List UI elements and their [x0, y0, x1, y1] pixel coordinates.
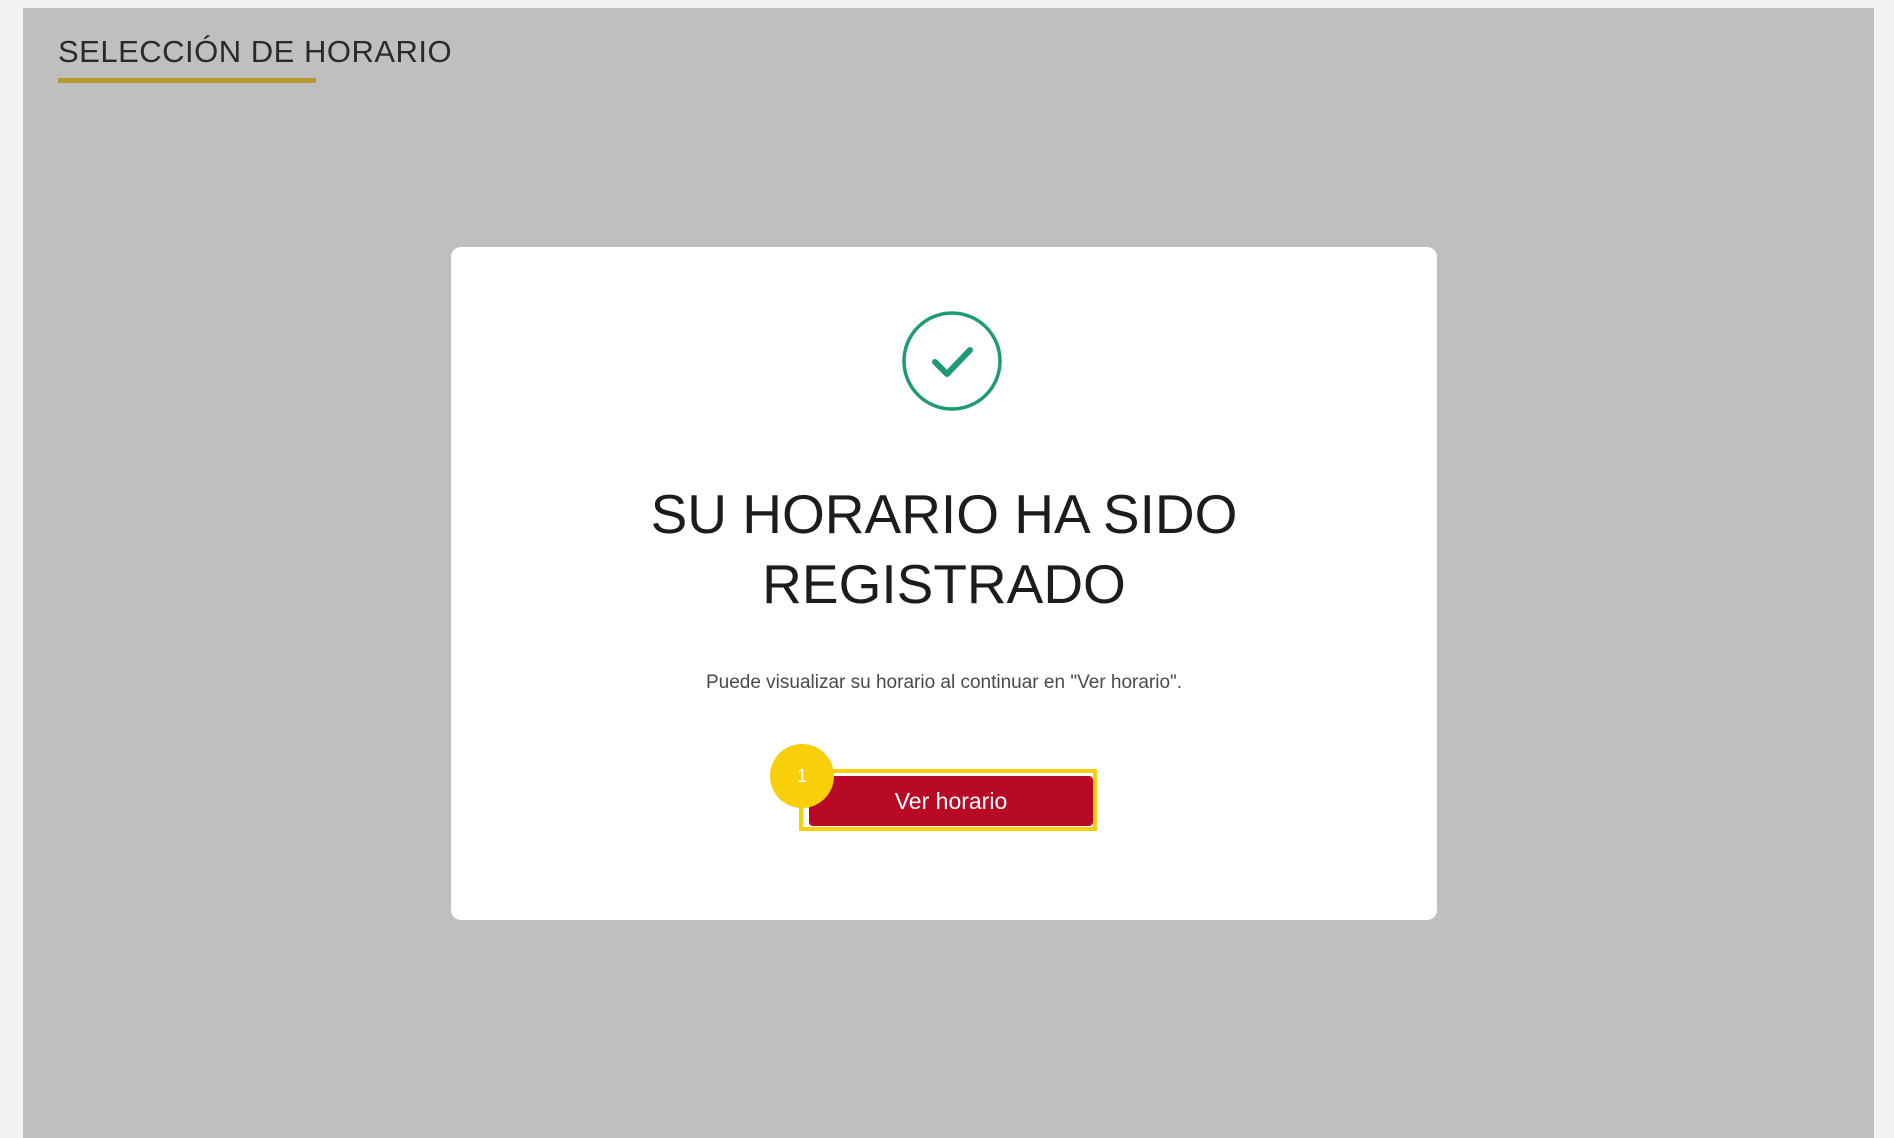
check-circle-icon: [902, 311, 1002, 411]
ver-horario-button[interactable]: Ver horario: [809, 776, 1093, 826]
modal-heading-line1: SU HORARIO HA SIDO: [650, 483, 1238, 545]
title-underline: [58, 78, 316, 83]
app-screen: SELECCIÓN DE HORARIO SU HORARIO HA SIDO …: [23, 8, 1874, 1138]
page-title: SELECCIÓN DE HORARIO: [58, 34, 453, 69]
modal-heading-line2: REGISTRADO: [762, 553, 1126, 615]
modal-message: Puede visualizar su horario al continuar…: [705, 672, 1183, 693]
step-badge: 1: [770, 744, 834, 808]
modal-heading: SU HORARIO HA SIDO REGISTRADO: [451, 479, 1437, 619]
